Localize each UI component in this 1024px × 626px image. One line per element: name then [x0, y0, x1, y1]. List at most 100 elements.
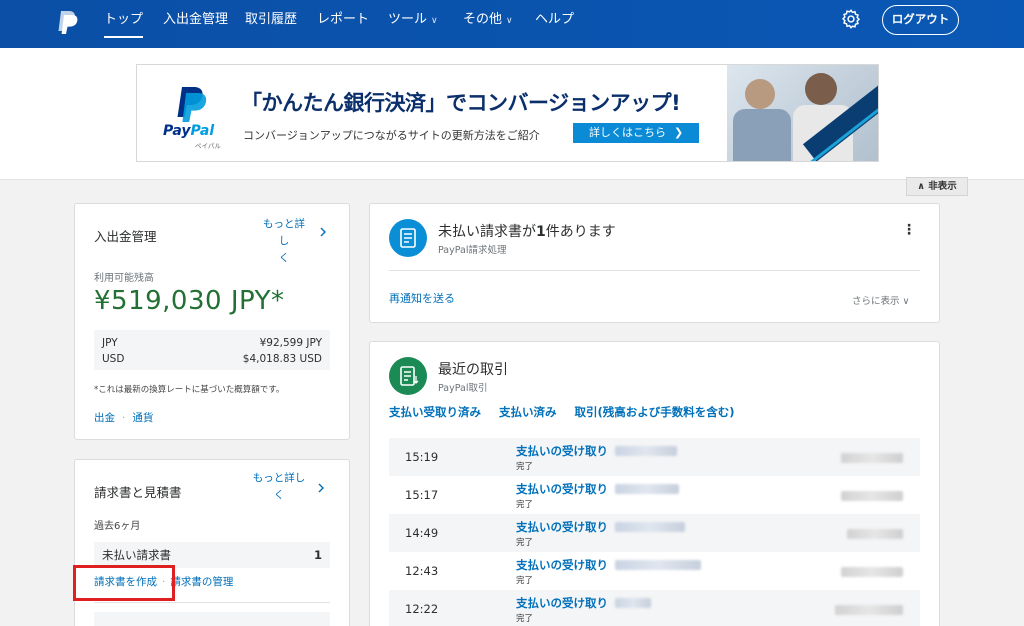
recent-transactions-subtitle: PayPal取引 [438, 383, 488, 394]
transaction-status: 完了 [516, 576, 534, 586]
nav-item-reports[interactable]: レポート [317, 0, 369, 48]
balance-card-title: 入出金管理 [94, 229, 157, 244]
redacted-name [615, 446, 677, 456]
nav-item-tools[interactable]: ツール ∨ [388, 0, 438, 48]
balance-more-link[interactable]: もっと詳し く [258, 216, 310, 267]
tab-payments-sent[interactable]: 支払い済み [499, 405, 557, 419]
nav-item-activity[interactable]: 取引履歴 [245, 0, 297, 48]
balance-card: 入出金管理 もっと詳し く 利用可能残高 ¥519,030 JPY* JPY ¥9… [74, 203, 350, 440]
nav-item-help[interactable]: ヘルプ [535, 0, 574, 48]
divider [94, 602, 330, 603]
chevron-down-icon: ∨ [902, 296, 910, 307]
chevron-right-icon[interactable] [315, 482, 327, 494]
transaction-type: 支払いの受け取り [516, 520, 608, 534]
transaction-type: 支払いの受け取り [516, 482, 608, 496]
show-more-link[interactable]: さらに表示 ∨ [852, 293, 910, 307]
redacted-amount [841, 453, 903, 463]
withdraw-link[interactable]: 出金 [94, 412, 115, 424]
redacted-amount [841, 567, 903, 577]
more-options-icon[interactable]: ⋮ [902, 222, 916, 238]
table-row[interactable]: 12:22 支払いの受け取り 完了 [389, 590, 920, 626]
transaction-type: 支払いの受け取り [516, 596, 608, 610]
transaction-type: 支払いの受け取り [516, 558, 608, 572]
transactions-icon [389, 357, 427, 395]
exchange-rate-note: *これは最新の換算レートに基づいた概算額です。 [94, 385, 285, 395]
paypal-kana: ペイパル [195, 142, 221, 150]
separator-dot: · [122, 412, 126, 424]
unpaid-notice-title: 未払い請求書が1件あります [438, 221, 616, 241]
resend-reminder-link[interactable]: 再通知を送る [389, 290, 455, 306]
nav-item-label: レポート [317, 12, 370, 27]
hide-banner-button[interactable]: ∧ 非表示 [906, 177, 968, 196]
logout-button[interactable]: ログアウト [882, 5, 959, 35]
nav-item-label: ヘルプ [535, 12, 575, 27]
next-row-placeholder [94, 612, 330, 626]
redacted-name [615, 598, 651, 608]
unpaid-invoices-count: 1 [313, 548, 322, 562]
transaction-time: 15:17 [405, 488, 439, 502]
table-row[interactable]: 15:19 支払いの受け取り 完了 [389, 438, 920, 476]
paypal-wordmark: PayPal [163, 123, 215, 139]
divider [389, 270, 920, 271]
manage-invoices-link[interactable]: 請求書の管理 [170, 576, 233, 588]
chevron-down-icon: ∨ [506, 16, 513, 26]
nav-item-top[interactable]: トップ [104, 0, 144, 48]
banner-cta-label: 詳しくはこちら [589, 126, 666, 139]
tab-all-transactions[interactable]: 取引(残高および手数料を含む) [575, 405, 735, 419]
currency-code: JPY [102, 337, 118, 349]
chevron-right-icon: ❯ [674, 126, 684, 139]
transaction-status: 完了 [516, 538, 534, 548]
transaction-time: 12:22 [405, 602, 439, 616]
gear-icon[interactable] [840, 8, 862, 30]
transaction-type: 支払いの受け取り [516, 444, 608, 458]
transaction-status: 完了 [516, 614, 534, 624]
currency-row-usd: USD $4,018.83 USD [102, 351, 322, 367]
nav-item-label: 取引履歴 [245, 12, 298, 27]
currency-breakdown: JPY ¥92,599 JPY USD $4,018.83 USD [94, 330, 330, 370]
invoices-more-link[interactable]: もっと詳し く [250, 470, 308, 504]
hide-label: 非表示 [928, 181, 957, 192]
nav-item-label: その他 [463, 12, 503, 27]
transaction-time: 15:19 [405, 450, 439, 464]
top-navigation-bar: トップ 入出金管理 取引履歴 レポート ツール ∨ その他 ∨ ヘルプ ログアウト [0, 0, 1024, 48]
currency-link[interactable]: 通貨 [132, 412, 153, 424]
chevron-down-icon: ∨ [431, 16, 438, 26]
chevron-right-icon[interactable] [317, 226, 329, 238]
currency-value: ¥92,599 JPY [259, 337, 322, 349]
banner-subtext: コンバージョンアップにつながるサイトの更新方法をご紹介 [243, 129, 540, 142]
recent-transactions-title: 最近の取引 [438, 362, 508, 378]
highlight-box [73, 565, 175, 601]
nav-item-label: 入出金管理 [163, 12, 229, 27]
transaction-time: 14:49 [405, 526, 439, 540]
paypal-logo-icon[interactable] [56, 10, 78, 36]
paypal-mark-icon [177, 87, 207, 122]
transaction-status: 完了 [516, 462, 534, 472]
nav-item-label: ツール [388, 12, 428, 27]
banner-headline: 「かんたん銀行決済」でコンバージョンアップ! [241, 91, 681, 115]
tab-payments-received[interactable]: 支払い受取り済み [389, 405, 481, 419]
redacted-amount [847, 529, 903, 539]
nav-item-more[interactable]: その他 ∨ [463, 0, 513, 48]
unpaid-invoice-notice-card: 未払い請求書が1件あります PayPal請求処理 ⋮ 再通知を送る さらに表示 … [369, 203, 940, 323]
nav-item-label: トップ [104, 12, 144, 27]
chevron-up-icon: ∧ [917, 181, 925, 192]
redacted-name [615, 484, 679, 494]
recent-transactions-card: 最近の取引 PayPal取引 支払い受取り済み 支払い済み 取引(残高および手数… [369, 341, 940, 626]
invoices-card-title: 請求書と見積書 [94, 485, 182, 500]
table-row[interactable]: 12:43 支払いの受け取り 完了 [389, 552, 920, 590]
invoice-icon [389, 219, 427, 257]
balance-links: 出金 · 通貨 [94, 410, 153, 425]
title-suffix: 件あります [545, 224, 616, 240]
title-prefix: 未払い請求書が [438, 224, 536, 240]
table-row[interactable]: 14:49 支払いの受け取り 完了 [389, 514, 920, 552]
banner-learn-more-button[interactable]: 詳しくはこちら ❯ [573, 123, 699, 143]
table-row[interactable]: 15:17 支払いの受け取り 完了 [389, 476, 920, 514]
redacted-name [615, 560, 701, 570]
transaction-time: 12:43 [405, 564, 439, 578]
unpaid-invoices-label: 未払い請求書 [102, 548, 171, 562]
currency-code: USD [102, 353, 125, 365]
nav-item-money-management[interactable]: 入出金管理 [163, 0, 228, 48]
transaction-status: 完了 [516, 500, 534, 510]
redacted-amount [835, 605, 903, 615]
promo-banner[interactable]: PayPal ペイパル 「かんたん銀行決済」でコンバージョンアップ! コンバージ… [136, 64, 879, 162]
